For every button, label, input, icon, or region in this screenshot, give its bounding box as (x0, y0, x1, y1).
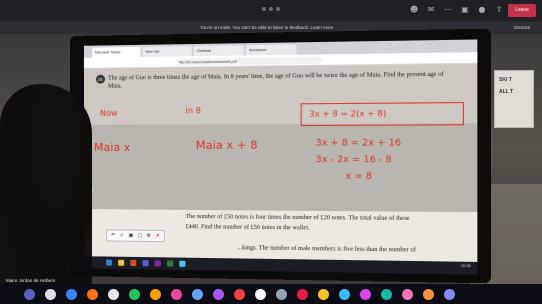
chrome-icon[interactable] (130, 260, 136, 266)
mic-icon[interactable]: ● (477, 5, 487, 15)
browser-tab[interactable]: Microsoft Teams (92, 47, 140, 58)
teams-meeting-window: ☻ ✉ ⋯ ▣ ● ⇧ Leave You're on mute. You ca… (0, 0, 542, 304)
explorer-icon[interactable] (118, 260, 124, 266)
poster-line-2: ALL T (499, 89, 513, 95)
settings-icon[interactable]: ⚙ (146, 233, 152, 239)
reaction-icon[interactable] (24, 289, 35, 300)
reaction-icon[interactable] (87, 289, 98, 300)
question-text-2: The number of £50 notes is four times th… (185, 214, 409, 222)
reaction-icon[interactable] (150, 289, 161, 300)
reaction-icon[interactable] (129, 289, 140, 300)
worksheet-page: 25. The age of Guo is three times the ag… (84, 64, 477, 212)
ink-equation-2: 3x + 8 = 2x + 16 (316, 138, 402, 149)
onenote-icon[interactable] (155, 260, 161, 266)
meeting-top-bar: ☻ ✉ ⋯ ▣ ● ⇧ Leave (0, 0, 542, 22)
wall-poster: SKI T ALL T (494, 70, 534, 128)
meeting-timer-dots (262, 7, 282, 13)
notice-dismiss-button[interactable]: Dismiss (514, 25, 530, 30)
browser-tab[interactable]: Worksheet (246, 44, 297, 55)
start-icon[interactable] (106, 260, 112, 266)
smartboard-screen: Microsoft Teams New Tab OneNote Workshee… (84, 39, 477, 274)
more-options-icon[interactable]: ⋯ (443, 5, 453, 15)
leave-button[interactable]: Leave (508, 4, 536, 17)
reaction-icon[interactable] (171, 289, 182, 300)
ink-in-8: in 8 (185, 106, 200, 115)
notice-message: You're on mute. You can't be able to lis… (200, 25, 333, 30)
reaction-icon[interactable] (276, 289, 287, 300)
reaction-icon[interactable] (381, 289, 392, 300)
reaction-icon[interactable] (423, 289, 434, 300)
meeting-controls: ☻ ✉ ⋯ ▣ ● ⇧ (409, 5, 504, 15)
pen-toolbar: ↶ ✓ ▣ ▢ ⚙ ✕ (106, 229, 165, 242)
reaction-icon[interactable] (108, 289, 119, 300)
camera-icon[interactable]: ▣ (460, 5, 470, 15)
browser-tab[interactable]: New Tab (142, 46, 191, 57)
chat-icon[interactable]: ✉ (426, 5, 436, 15)
app-icon[interactable] (167, 260, 173, 266)
reaction-icon[interactable] (255, 289, 266, 300)
reaction-icon[interactable] (45, 289, 56, 300)
question-text-2b: £440. Find the number of £50 notes in th… (185, 224, 309, 231)
browser-tab[interactable]: OneNote (194, 45, 244, 56)
undo-icon[interactable]: ↶ (110, 232, 116, 238)
url-field[interactable]: file:///C:/Users/maths/worksheet.pdf (175, 56, 322, 65)
highlighter-icon[interactable]: ▣ (128, 233, 134, 239)
poster-line-1: SKI T (499, 77, 512, 83)
ink-maia-x: Maia x (94, 141, 130, 154)
ink-equation-3: 3x - 2x = 16 - 8 (316, 155, 392, 165)
foreground-person (0, 84, 92, 284)
reaction-icon[interactable] (339, 289, 350, 300)
ink-maia-x-plus-8: Maia x + 8 (196, 139, 258, 152)
reaction-icon[interactable] (297, 289, 308, 300)
reaction-icon[interactable] (444, 289, 455, 300)
pen-icon[interactable]: ✓ (119, 233, 125, 239)
question-number: 25. (96, 75, 105, 84)
reaction-icon[interactable] (360, 289, 371, 300)
reaction-bar (0, 284, 542, 304)
smartboard-display: Microsoft Teams New Tab OneNote Workshee… (70, 29, 491, 284)
eraser-icon[interactable]: ▢ (137, 233, 143, 239)
question-text: The age of Guo is three times the age of… (108, 70, 457, 90)
ink-now: Now (100, 109, 118, 118)
ink-equation-4: x = 8 (346, 172, 372, 182)
reaction-icon[interactable] (213, 289, 224, 300)
teams-icon[interactable] (142, 260, 148, 266)
participant-name: Maire Jordan de Holbers (6, 278, 55, 283)
people-icon[interactable]: ☻ (409, 5, 419, 15)
close-icon[interactable]: ✕ (155, 233, 161, 239)
app-icon[interactable] (179, 261, 185, 267)
reaction-icon[interactable] (192, 289, 203, 300)
share-icon[interactable]: ⇧ (494, 5, 504, 15)
taskbar-clock: 10:33 (461, 264, 471, 268)
question-text-3: ...kings. The number of male members is … (237, 245, 416, 254)
reaction-icon[interactable] (318, 289, 329, 300)
ink-equation-1: 3x + 8 = 2(x + 8) (309, 109, 386, 119)
reaction-icon[interactable] (234, 289, 245, 300)
reaction-icon[interactable] (402, 289, 413, 300)
reaction-icon[interactable] (66, 289, 77, 300)
